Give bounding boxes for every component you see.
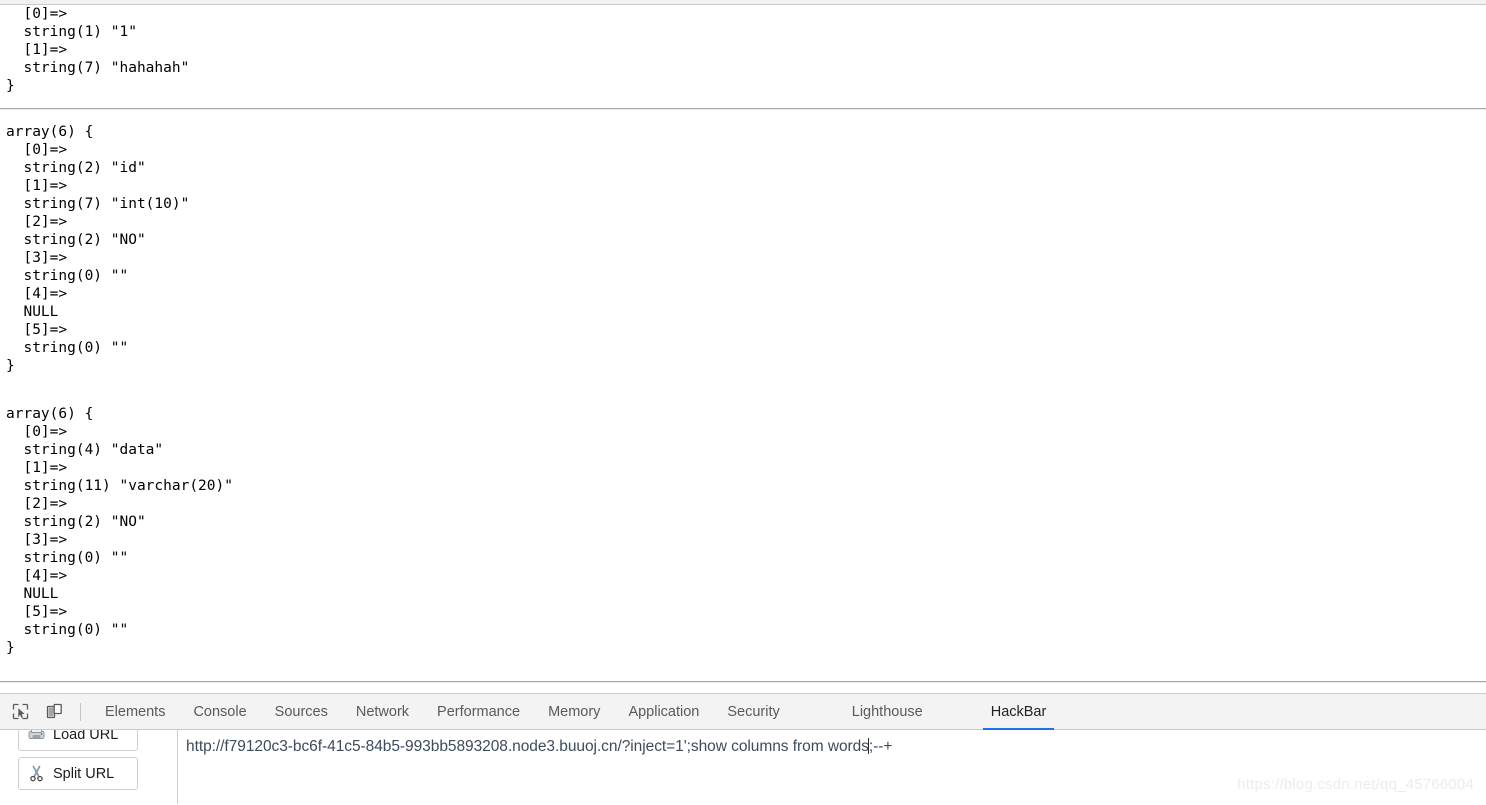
hackbar-button-column: Load URL Split URL — [0, 730, 178, 804]
dump-line: [2]=> — [6, 214, 68, 230]
tab-console[interactable]: Console — [179, 694, 260, 730]
dump-line: } — [6, 640, 15, 656]
columns-id-dump: array(6) { [0]=> string(2) "id" [1]=> st… — [0, 123, 1486, 375]
dump-gap — [0, 375, 1486, 405]
dump-line: [1]=> — [6, 460, 68, 476]
tab-elements[interactable]: Elements — [91, 694, 179, 730]
dump-line: [5]=> — [6, 322, 68, 338]
url-text-before-caret: http://f79120c3-bc6f-41c5-84b5-993bb5893… — [186, 738, 869, 755]
dump-line: [3]=> — [6, 250, 68, 266]
dump-line: array(6) { — [6, 406, 94, 422]
url-text-after-caret: ;--+ — [868, 738, 893, 755]
dump-line: [5]=> — [6, 604, 68, 620]
dump-line: array(6) { — [6, 124, 94, 140]
row-result-dump: [0]=> string(1) "1" [1]=> string(7) "hah… — [0, 5, 1486, 95]
tab-lighthouse[interactable]: Lighthouse — [838, 694, 937, 730]
load-url-button[interactable]: Load URL — [18, 730, 138, 751]
page-content: [0]=> string(1) "1" [1]=> string(7) "hah… — [0, 5, 1486, 685]
dump-line: string(4) "data" — [6, 442, 164, 458]
tab-sources[interactable]: Sources — [261, 694, 342, 730]
dump-line: string(2) "NO" — [6, 232, 146, 248]
dump-line: [3]=> — [6, 532, 68, 548]
page-bottom-separator — [0, 681, 1486, 683]
load-url-label: Load URL — [53, 730, 119, 743]
split-url-label: Split URL — [53, 765, 115, 782]
dump-line: } — [6, 358, 15, 374]
dump-line: string(0) "" — [6, 340, 129, 356]
tab-security[interactable]: Security — [713, 694, 793, 730]
split-url-scissors-icon — [27, 764, 46, 783]
split-url-button[interactable]: Split URL — [18, 757, 138, 790]
dump-line: NULL — [6, 586, 59, 602]
dump-line: string(2) "NO" — [6, 514, 146, 530]
tab-network[interactable]: Network — [342, 694, 423, 730]
dump-line: [2]=> — [6, 496, 68, 512]
dump-line: string(0) "" — [6, 622, 129, 638]
devtools-panel: Elements Console Sources Network Perform… — [0, 693, 1486, 805]
dump-line: string(11) "varchar(20)" — [6, 478, 233, 494]
dump-line: } — [6, 78, 15, 94]
devtools-tabbar: Elements Console Sources Network Perform… — [0, 694, 1486, 731]
dump-line: string(7) "int(10)" — [6, 196, 190, 212]
tab-performance[interactable]: Performance — [423, 694, 534, 730]
columns-data-dump: array(6) { [0]=> string(4) "data" [1]=> … — [0, 405, 1486, 657]
dump-line: [4]=> — [6, 568, 68, 584]
dump-line: [0]=> — [6, 6, 68, 22]
load-url-icon — [27, 730, 46, 744]
dump-line: [1]=> — [6, 178, 68, 194]
toolbar-divider — [80, 702, 81, 721]
device-toolbar-icon[interactable] — [40, 699, 68, 725]
dump-line: string(0) "" — [6, 268, 129, 284]
dump-line: [0]=> — [6, 142, 68, 158]
dump-line: NULL — [6, 304, 59, 320]
dump-line: string(0) "" — [6, 550, 129, 566]
dump-line: string(7) "hahahah" — [6, 60, 190, 76]
tab-memory[interactable]: Memory — [534, 694, 614, 730]
dump-line: string(1) "1" — [6, 24, 137, 40]
dump-line: [4]=> — [6, 286, 68, 302]
dump-line: [1]=> — [6, 42, 68, 58]
watermark: https://blog.csdn.net/qq_45766004 — [1237, 776, 1474, 793]
inspect-element-icon[interactable] — [6, 699, 34, 725]
tab-application[interactable]: Application — [614, 694, 713, 730]
tab-hackbar[interactable]: HackBar — [977, 694, 1061, 731]
dump-separator — [0, 108, 1486, 110]
dump-line: string(2) "id" — [6, 160, 146, 176]
url-text[interactable]: http://f79120c3-bc6f-41c5-84b5-993bb5893… — [186, 736, 892, 758]
dump-line: [0]=> — [6, 424, 68, 440]
